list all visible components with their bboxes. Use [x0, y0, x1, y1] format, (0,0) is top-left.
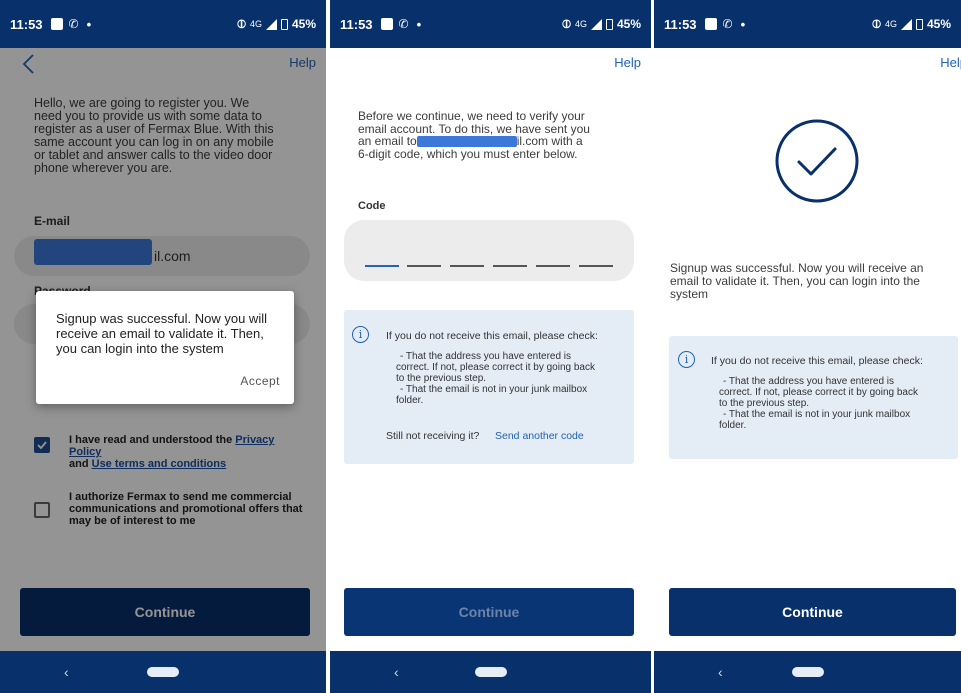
nav-home-icon[interactable]	[147, 667, 179, 677]
info-icon: i	[678, 351, 695, 368]
info-title: If you do not receive this email, please…	[711, 355, 923, 367]
status-bar: 11:53 ✆ • ⦶ 4G 45%	[330, 0, 651, 48]
status-bar: 11:53 ✆ • ⦶ 4G 45%	[0, 0, 326, 48]
info-panel: i If you do not receive this email, plea…	[344, 310, 634, 464]
network-label: 4G	[574, 19, 587, 29]
success-line: email to validate it. Then, you can logi…	[670, 274, 920, 288]
system-nav-bar: ‹	[654, 651, 961, 693]
status-time: 11:53	[664, 16, 697, 32]
info-line: to the previous step.	[719, 398, 810, 409]
network-label: 4G	[249, 19, 262, 29]
dialog-message: Signup was successful. Now you will rece…	[56, 311, 267, 356]
status-time: 11:53	[340, 16, 373, 32]
nav-home-icon[interactable]	[474, 667, 507, 677]
vibrate-icon: ⦶	[872, 16, 881, 31]
dot-icon: •	[86, 16, 92, 32]
nav-back-icon[interactable]: ‹	[394, 664, 399, 680]
phone-icon: ✆	[68, 17, 79, 31]
code-digit-6[interactable]	[579, 265, 613, 267]
verify-code-screen: 11:53 ✆ • ⦶ 4G 45% Help Before we contin…	[330, 0, 651, 693]
code-digit-1[interactable]	[365, 265, 399, 267]
battery-icon	[605, 18, 613, 30]
phone-icon: ✆	[398, 17, 409, 31]
signup-success-screen: 11:53 ✆ • ⦶ 4G 45% Help Signup was succe…	[654, 0, 961, 693]
battery-icon	[915, 18, 923, 30]
signal-icon	[590, 18, 602, 30]
check-circle-icon	[775, 119, 859, 203]
intro-line: 6-digit code, which you must enter below…	[358, 146, 578, 161]
help-link[interactable]: Help	[614, 55, 641, 70]
success-line: system	[670, 287, 709, 301]
redacted-email	[416, 136, 517, 148]
network-label: 4G	[884, 19, 897, 29]
intro-email-suffix: il.com with a	[516, 134, 583, 148]
status-right: ⦶ 4G 45%	[562, 17, 641, 32]
info-icon: i	[352, 326, 369, 343]
info-line: folder.	[719, 420, 747, 431]
status-bar: 11:53 ✆ • ⦶ 4G 45%	[654, 0, 961, 48]
status-right: ⦶ 4G 45%	[872, 17, 951, 32]
info-line: to the previous step.	[396, 373, 487, 384]
info-line: - That the address you have entered is	[400, 351, 572, 362]
system-nav-bar: ‹	[330, 651, 651, 693]
status-right: ⦶ 4G 45%	[237, 17, 316, 32]
battery-icon	[280, 18, 288, 30]
info-line: - That the email is not in your junk mai…	[723, 409, 911, 420]
info-line: - That the address you have entered is	[723, 376, 895, 387]
code-label: Code	[358, 200, 386, 212]
code-digit-4[interactable]	[493, 265, 527, 267]
send-another-code-link[interactable]: Send another code	[495, 430, 584, 442]
battery-percent: 45%	[926, 17, 951, 31]
intro-line-with-email: an email to il.com with a	[358, 135, 643, 148]
code-digit-5[interactable]	[536, 265, 570, 267]
code-digit-3[interactable]	[450, 265, 484, 267]
register-screen: 11:53 ✆ • ⦶ 4G 45% Help Hello, we are go…	[0, 0, 326, 693]
info-line: - That the email is not in your junk mai…	[400, 384, 588, 395]
verify-intro-text: Before we continue, we need to verify yo…	[358, 110, 643, 160]
notification-icon	[50, 18, 63, 30]
accept-button[interactable]: Accept	[240, 374, 280, 388]
continue-button[interactable]: Continue	[669, 588, 956, 636]
success-text: Signup was successful. Now you will rece…	[670, 262, 960, 301]
nav-back-icon[interactable]: ‹	[64, 664, 69, 680]
info-list: - That the address you have entered is c…	[719, 376, 955, 431]
battery-percent: 45%	[291, 17, 316, 31]
battery-percent: 45%	[616, 17, 641, 31]
signal-icon	[265, 18, 277, 30]
vibrate-icon: ⦶	[562, 16, 571, 31]
info-line: correct. If not, please correct it by go…	[396, 362, 595, 373]
info-line: folder.	[396, 395, 424, 406]
dot-icon: •	[416, 16, 422, 32]
info-title: If you do not receive this email, please…	[386, 330, 598, 342]
notification-icon	[380, 18, 393, 30]
nav-home-icon[interactable]	[791, 667, 824, 677]
info-line: correct. If not, please correct it by go…	[719, 387, 918, 398]
continue-button-disabled[interactable]: Continue	[344, 588, 634, 636]
info-panel: i If you do not receive this email, plea…	[669, 336, 958, 459]
vibrate-icon: ⦶	[237, 16, 246, 31]
code-digit-2[interactable]	[407, 265, 441, 267]
status-time: 11:53	[10, 16, 43, 32]
intro-email-prefix: an email to	[358, 134, 417, 148]
nav-back-icon[interactable]: ‹	[718, 664, 723, 680]
signal-icon	[900, 18, 912, 30]
signup-success-dialog: Signup was successful. Now you will rece…	[36, 291, 294, 404]
notification-icon	[704, 18, 717, 30]
system-nav-bar: ‹	[0, 651, 326, 693]
dot-icon: •	[740, 16, 746, 32]
info-list: - That the address you have entered is c…	[396, 351, 628, 406]
code-input[interactable]	[344, 220, 634, 281]
resend-question: Still not receiving it?	[386, 430, 480, 442]
phone-icon: ✆	[722, 17, 733, 31]
help-link[interactable]: Help	[940, 55, 961, 70]
intro-line: Before we continue, we need to verify yo…	[358, 109, 585, 123]
